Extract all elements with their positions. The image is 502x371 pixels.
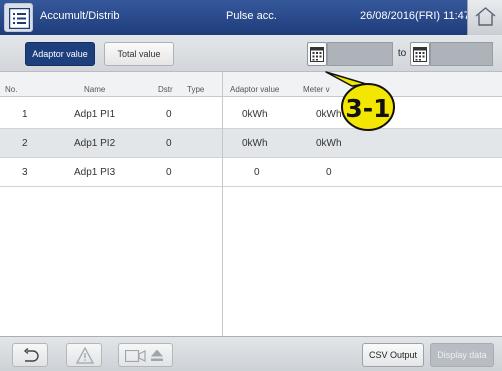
row-meter-value: 0kWh: [316, 138, 342, 149]
csv-output-button[interactable]: CSV Output: [362, 343, 424, 367]
column-divider: [222, 72, 223, 336]
to-date-field[interactable]: [430, 42, 493, 66]
row-dstr: 0: [166, 138, 172, 149]
from-date-field[interactable]: [327, 42, 393, 66]
from-calendar-button[interactable]: [307, 42, 327, 66]
calendar-icon: [310, 47, 324, 62]
row-name: Adp1 PI3: [74, 167, 116, 178]
row-adaptor-value: 0kWh: [242, 138, 268, 149]
adaptor-value-button[interactable]: Adaptor value: [25, 42, 95, 66]
row-no: 1: [22, 109, 28, 120]
display-data-button[interactable]: Display data: [430, 343, 494, 367]
row-name: Adp1 PI2: [74, 138, 116, 149]
warning-icon: [76, 347, 94, 364]
row-meter-value: 0: [326, 167, 332, 178]
home-button[interactable]: [467, 0, 502, 35]
total-value-button[interactable]: Total value: [104, 42, 174, 66]
to-label: to: [397, 48, 407, 59]
back-arrow-icon: [23, 348, 39, 362]
callout-marker: 3-1: [325, 71, 395, 131]
home-icon: [475, 7, 496, 26]
menu-list-icon: [9, 8, 30, 29]
camera-icon: [125, 350, 146, 362]
eject-icon: [151, 349, 163, 361]
title-bar: Accumult/Distrib Pulse acc. 26/08/2016(F…: [0, 0, 502, 35]
row-no: 2: [22, 138, 28, 149]
row-adaptor-value: 0kWh: [242, 109, 268, 120]
header-dstr: Dstr: [158, 85, 173, 94]
row-name: Adp1 PI1: [74, 109, 116, 120]
row-dstr: 0: [166, 109, 172, 120]
calendar-icon: [413, 47, 427, 62]
mode-label: Pulse acc.: [226, 10, 277, 22]
header-type: Type: [187, 85, 205, 94]
header-no: No.: [5, 85, 18, 94]
header-name: Name: [84, 85, 106, 94]
camera-eject-button[interactable]: [118, 343, 173, 367]
warning-button[interactable]: [66, 343, 102, 367]
back-button[interactable]: [12, 343, 48, 367]
callout-label: 3-1: [345, 94, 390, 123]
menu-button[interactable]: [4, 3, 33, 32]
header-adaptor-value: Adaptor value: [230, 85, 280, 94]
row-dstr: 0: [166, 167, 172, 178]
row-adaptor-value: 0: [254, 167, 260, 178]
to-calendar-button[interactable]: [410, 42, 430, 66]
datetime-display: 26/08/2016(FRI) 11:47: [360, 10, 470, 22]
screen-title: Accumult/Distrib: [40, 10, 120, 22]
row-no: 3: [22, 167, 28, 178]
